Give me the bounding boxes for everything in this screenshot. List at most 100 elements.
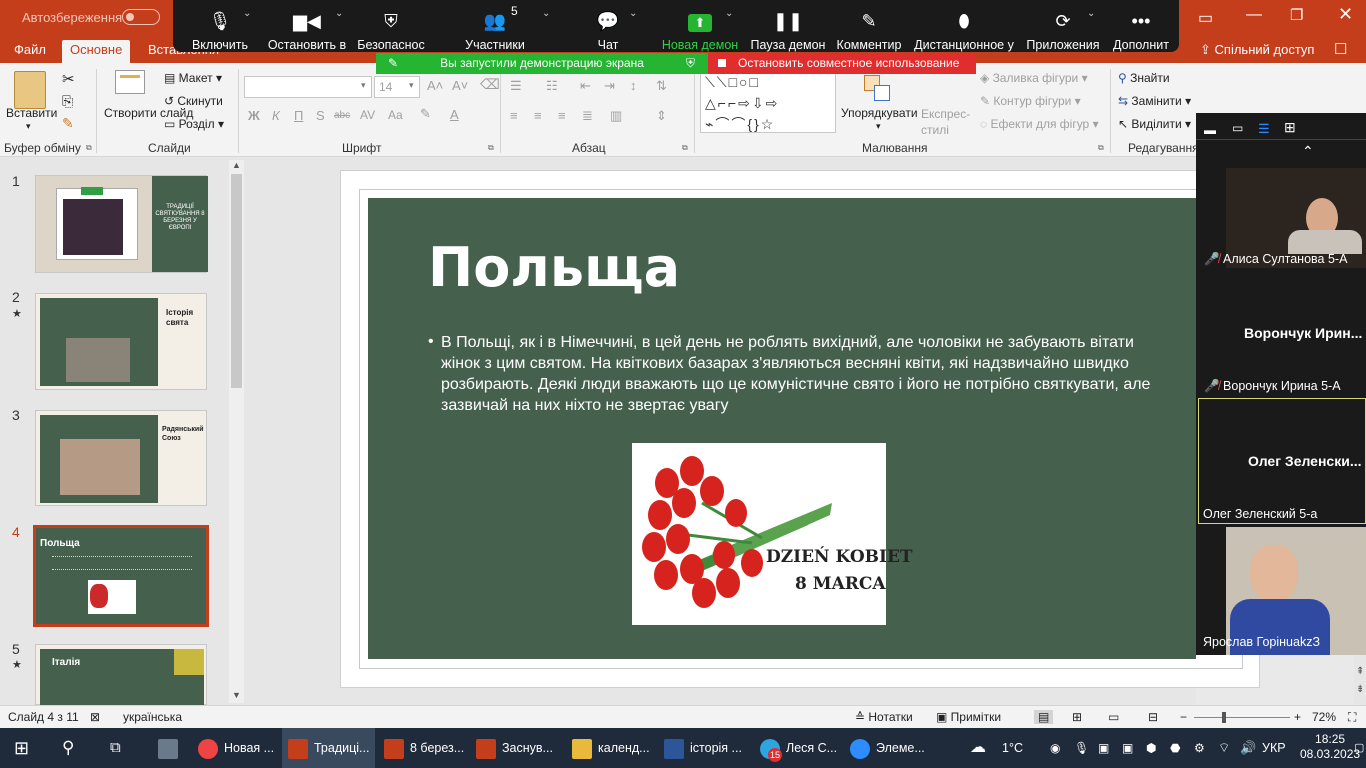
bullets-icon[interactable]: ☰	[510, 78, 522, 94]
thumbnail-view-icon[interactable]: ▭	[1232, 121, 1243, 135]
tray-app-icon[interactable]: ⬢	[1146, 728, 1156, 768]
speaker-icon[interactable]: 🔊	[1240, 728, 1256, 768]
section-button[interactable]: ▭ Розділ ▾	[164, 117, 224, 131]
tray-app-icon[interactable]: ▣	[1122, 728, 1133, 768]
taskbar-item-powerpoint-2[interactable]: 8 берез...	[384, 728, 464, 768]
line-shape-icon[interactable]: ⟍⟍□○□	[705, 74, 760, 90]
decrease-indent-icon[interactable]: ⇤	[580, 78, 591, 94]
slide-title[interactable]: Польща	[428, 236, 680, 299]
participants-button[interactable]: 👥 Участники	[457, 6, 533, 52]
reading-view-icon[interactable]: ▭	[1108, 710, 1119, 724]
taskbar-item-powerpoint-active[interactable]: Традиці...	[282, 728, 376, 768]
weather-temp[interactable]: 1°C	[1002, 728, 1023, 768]
search-icon[interactable]: ⚲	[62, 728, 74, 768]
scroll-up-icon[interactable]: ▲	[232, 160, 241, 170]
canvas-scrollbar[interactable]: ⇞ ⇟	[1354, 650, 1366, 705]
font-launcher-icon[interactable]: ⧉	[488, 143, 494, 153]
shape-outline-button[interactable]: ✎ Контур фігури ▾	[980, 94, 1081, 108]
quick-styles-button[interactable]: Експрес-стилі	[921, 106, 971, 138]
clear-format-icon[interactable]: ⌫	[480, 76, 500, 93]
font-color-icon[interactable]: A	[450, 107, 459, 122]
zoom-in-icon[interactable]: +	[1294, 710, 1301, 724]
close-button[interactable]: ✕	[1338, 4, 1353, 25]
prev-slide-icon[interactable]: ⇞	[1356, 666, 1364, 677]
thumbnail-slide-5[interactable]: Італія	[35, 644, 207, 706]
shape-effects-button[interactable]: ◌ Ефекти для фігур ▾	[980, 117, 1099, 131]
more-button[interactable]: ••• Дополнит	[1107, 6, 1175, 52]
arrange-icon[interactable]	[862, 73, 892, 103]
clipboard-launcher-icon[interactable]: ⧉	[86, 143, 92, 153]
format-painter-icon[interactable]: ✎	[62, 115, 74, 132]
tab-file[interactable]: Файл	[6, 40, 54, 63]
drawing-launcher-icon[interactable]: ⧉	[1098, 143, 1104, 153]
font-name-dropdown-icon[interactable]: ▾	[361, 80, 366, 91]
align-left-icon[interactable]: ≡	[510, 108, 518, 123]
tab-home[interactable]: Основне	[62, 40, 131, 63]
task-view-icon[interactable]: ⧉	[110, 728, 121, 768]
next-slide-icon[interactable]: ⇟	[1356, 684, 1364, 695]
chevron-down-icon[interactable]: ⌄	[542, 8, 550, 19]
stop-share-button[interactable]: Остановить совместное использование	[708, 53, 976, 74]
zoom-out-icon[interactable]: −	[1180, 710, 1187, 724]
zoom-slider[interactable]	[1194, 712, 1290, 723]
thumbnails-scrollbar[interactable]: ▲ ▼	[229, 160, 244, 703]
taskbar-item-zoom[interactable]: Элеме...	[850, 728, 925, 768]
find-button[interactable]: ⚲ Знайти	[1118, 71, 1170, 85]
char-spacing-icon[interactable]: AV	[360, 108, 375, 122]
shapes-row-icon[interactable]: △⌐⌐⇨⇩⇨	[705, 95, 779, 111]
font-size-input[interactable]: 14 ▾	[374, 76, 420, 98]
align-right-icon[interactable]: ≡	[558, 108, 566, 123]
slide-body-text[interactable]: В Польщі, як і в Німеччині, в цей день н…	[441, 332, 1176, 416]
chevron-down-icon[interactable]: ⌄	[243, 8, 251, 19]
columns-icon[interactable]: ▥	[610, 108, 622, 124]
font-size-dropdown-icon[interactable]: ▾	[409, 80, 414, 91]
notifications-icon[interactable]: ▢	[1354, 728, 1364, 768]
shapes-row-icon[interactable]: ⌁⌒⌒{}☆	[705, 116, 775, 132]
font-name-input[interactable]: ▾	[244, 76, 372, 98]
align-text-icon[interactable]: ⇕	[656, 108, 667, 124]
thumbnail-slide-4[interactable]: Польща	[33, 525, 209, 627]
slide-image[interactable]: DZIEŃ KOBIET 8 MARCA	[632, 443, 913, 625]
paste-icon[interactable]	[14, 71, 46, 109]
shapes-gallery[interactable]: ⟍⟍□○□ △⌐⌐⇨⇩⇨ ⌁⌒⌒{}☆	[700, 71, 836, 133]
reset-button[interactable]: ↺ Скинути	[164, 94, 223, 108]
clock[interactable]: 18:25 08.03.2023	[1300, 732, 1360, 762]
scroll-thumb[interactable]	[231, 174, 242, 388]
highlight-icon[interactable]: ✎	[420, 106, 431, 122]
strikethrough-icon[interactable]: abc	[334, 110, 350, 121]
zoom-level[interactable]: 72%	[1312, 710, 1336, 724]
thumbnail-slide-1[interactable]: ТРАДИЦІЇ СВЯТКУВАННЯ 8 БЕРЕЗНЯ У ЄВРОПІ	[35, 175, 208, 273]
select-button[interactable]: ↖ Виділити ▾	[1118, 117, 1191, 131]
chevron-down-icon[interactable]: ⌄	[335, 8, 343, 19]
tray-zoom-icon[interactable]: ◉	[1050, 728, 1060, 768]
thumbnail-slide-3[interactable]: Радянський Союз	[35, 410, 207, 506]
bold-icon[interactable]: Ж	[248, 108, 260, 123]
layout-button[interactable]: ▤ Макет ▾	[164, 71, 222, 85]
cloud-icon[interactable]: ☁	[970, 728, 986, 768]
pause-share-button[interactable]: ❚❚ Пауза демон	[747, 6, 829, 52]
share-button[interactable]: ⇪ Спільний доступ	[1200, 42, 1314, 58]
pin-icon[interactable]: ✎	[388, 53, 398, 74]
shape-fill-button[interactable]: ◈ Заливка фігури ▾	[980, 71, 1088, 85]
align-center-icon[interactable]: ≡	[534, 108, 542, 123]
speaker-view-icon[interactable]: ☰	[1258, 121, 1270, 137]
calculator-icon[interactable]	[158, 728, 184, 768]
windows-start-icon[interactable]: ⊞	[14, 728, 29, 768]
minimize-video-icon[interactable]: ▬	[1204, 123, 1216, 137]
tray-mic-icon[interactable]: 🎙	[1074, 728, 1089, 768]
tray-app-icon[interactable]: ⬣	[1170, 728, 1180, 768]
minimize-button[interactable]: —	[1246, 6, 1262, 24]
wifi-icon[interactable]: ⌔	[1218, 728, 1230, 768]
numbering-icon[interactable]: ☷	[546, 78, 558, 94]
shrink-font-icon[interactable]: A˅	[452, 78, 468, 93]
cut-icon[interactable]: ✂	[62, 70, 75, 88]
chevron-down-icon[interactable]: ⌄	[725, 8, 733, 19]
chevron-down-icon[interactable]: ⌄	[629, 8, 637, 19]
replace-button[interactable]: ⇆ Замінити ▾	[1118, 94, 1191, 108]
chevron-down-icon[interactable]: ⌄	[1087, 8, 1095, 19]
restore-ribbon-icon[interactable]: ▭	[1198, 8, 1213, 28]
justify-icon[interactable]: ≣	[582, 108, 593, 124]
text-direction-icon[interactable]: ⇅	[656, 78, 667, 94]
comments-button[interactable]: ▣ Примітки	[936, 710, 1001, 724]
zoom-slider-thumb[interactable]	[1222, 712, 1226, 723]
